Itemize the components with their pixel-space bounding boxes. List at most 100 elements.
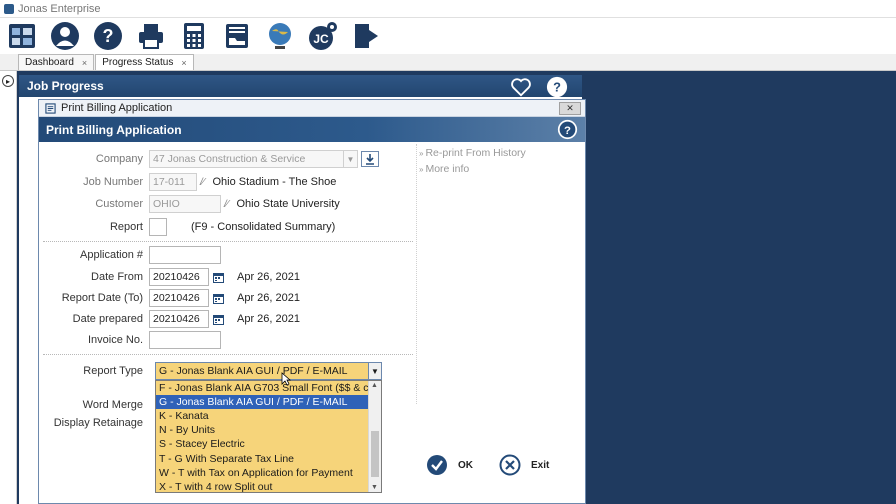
tab-dashboard-label: Dashboard [25, 57, 74, 68]
tab-dashboard[interactable]: Dashboard × [18, 54, 95, 70]
invoice-number-input[interactable] [149, 331, 221, 349]
left-collapse-strip: ▸ [0, 71, 17, 504]
user-button[interactable] [48, 19, 82, 53]
edit-link-icon[interactable]: /⁄ [200, 177, 204, 188]
calculator-button[interactable] [177, 19, 211, 53]
close-icon[interactable]: × [181, 58, 186, 68]
report-date-display: Apr 26, 2021 [237, 292, 300, 304]
calendar-icon[interactable] [212, 271, 225, 284]
dropdown-option[interactable]: X - T with 4 row Split out [156, 480, 368, 492]
more-info-link[interactable]: » More info [419, 163, 526, 175]
dropdown-scrollbar[interactable]: ▲ ▼ [368, 381, 381, 492]
dropdown-option[interactable]: G - Jonas Blank AIA GUI / PDF / E-MAIL [156, 395, 368, 410]
dropdown-option[interactable]: N - By Units [156, 423, 368, 437]
exit-dialog-button[interactable]: Exit [499, 454, 549, 476]
heart-icon[interactable] [510, 76, 532, 98]
edit-link-icon[interactable]: /⁄ [224, 199, 228, 210]
word-merge-label: Word Merge [82, 399, 143, 411]
dropdown-option[interactable]: W - T with Tax on Application for Paymen… [156, 466, 368, 480]
mouse-cursor-icon [281, 372, 291, 386]
company-lookup-button[interactable] [361, 151, 379, 167]
date-prepared-label: Date prepared [72, 313, 143, 325]
app-titlebar: Jonas Enterprise [0, 0, 896, 18]
application-number-label: Application # [80, 249, 143, 261]
dialog-header: Print Billing Application ? [39, 117, 585, 142]
chevron-down-icon[interactable]: ▼ [368, 362, 382, 380]
invoice-number-label: Invoice No. [87, 334, 143, 346]
job-progress-header: Job Progress ? [19, 75, 582, 98]
documents-icon [226, 24, 248, 48]
report-date-row: Report Date (To) 20210426 Apr 26, 2021 [39, 289, 300, 307]
report-type-select[interactable]: G - Jonas Blank AIA GUI / PDF / E-MAIL ▼ [155, 362, 382, 380]
tab-strip: Dashboard × Progress Status × [0, 54, 896, 71]
application-number-row: Application # [39, 246, 221, 264]
reprint-history-link[interactable]: » Re-print From History [419, 147, 526, 159]
application-number-input[interactable] [149, 246, 221, 264]
close-icon[interactable]: × [82, 58, 87, 68]
section-divider [43, 354, 413, 355]
company-select[interactable]: 47 Jonas Construction & Service ▼ [149, 150, 358, 168]
dialog-header-title: Print Billing Application [46, 122, 182, 137]
globe-button[interactable] [263, 19, 297, 53]
svg-text:?: ? [564, 125, 571, 137]
job-number-label: Job Number [83, 176, 143, 188]
tab-progress-status[interactable]: Progress Status × [95, 54, 194, 70]
svg-text:?: ? [553, 80, 561, 95]
calendar-icon[interactable] [212, 292, 225, 305]
exit-button[interactable] [349, 19, 383, 53]
date-prepared-display: Apr 26, 2021 [237, 313, 300, 325]
report-input[interactable] [149, 218, 167, 236]
ok-label: OK [458, 459, 473, 471]
app-title: Jonas Enterprise [18, 2, 101, 15]
dropdown-option[interactable]: S - Stacey Electric [156, 437, 368, 451]
svg-text:?: ? [103, 26, 114, 46]
scrollbar-thumb[interactable] [371, 431, 379, 477]
report-hint: (F9 - Consolidated Summary) [191, 221, 336, 233]
side-links: » Re-print From History » More info [419, 147, 526, 179]
word-merge-row: Word Merge [39, 396, 149, 414]
user-icon [51, 22, 79, 50]
tab-progress-status-label: Progress Status [102, 57, 174, 68]
scroll-down-icon[interactable]: ▼ [371, 484, 378, 491]
report-type-dropdown[interactable]: F - Jonas Blank AIA G703 Small Font ($$ … [155, 380, 382, 493]
job-number-input[interactable]: 17-011 [149, 173, 197, 191]
download-arrow-icon [366, 154, 374, 165]
checkmark-icon [427, 455, 447, 475]
print-billing-dialog: Print Billing Application ✕ Print Billin… [38, 99, 586, 504]
job-progress-title: Job Progress [27, 79, 104, 93]
help-button[interactable]: ? [91, 19, 125, 53]
chevron-down-icon: ▼ [343, 150, 357, 168]
main-toolbar: ? JC [0, 18, 896, 54]
expand-panel-button[interactable]: ▸ [2, 75, 14, 87]
dialog-close-button[interactable]: ✕ [559, 102, 581, 115]
print-button[interactable] [134, 19, 168, 53]
documents-button[interactable] [220, 19, 254, 53]
help-icon[interactable]: ? [557, 119, 578, 140]
ok-button[interactable]: OK [426, 454, 473, 476]
dialog-window-title: Print Billing Application [61, 102, 173, 114]
jc-icon: JC [309, 22, 337, 50]
date-prepared-input[interactable]: 20210426 [149, 310, 209, 328]
dropdown-option[interactable]: T - G With Separate Tax Line [156, 451, 368, 465]
report-date-input[interactable]: 20210426 [149, 289, 209, 307]
company-value: 47 Jonas Construction & Service [153, 153, 306, 165]
report-label: Report [109, 221, 143, 233]
help-icon[interactable]: ? [546, 76, 568, 98]
date-from-input[interactable]: 20210426 [149, 268, 209, 286]
billing-form: Company 47 Jonas Construction & Service … [39, 144, 419, 504]
scroll-up-icon[interactable]: ▲ [371, 382, 378, 389]
calendar-icon[interactable] [212, 313, 225, 326]
invoice-number-row: Invoice No. [39, 331, 221, 349]
jc-button[interactable]: JC [306, 19, 340, 53]
chevron-right-icon: » [419, 165, 424, 174]
customer-input[interactable]: OHIO [149, 195, 221, 213]
report-type-value: G - Jonas Blank AIA GUI / PDF / E-MAIL [159, 365, 348, 377]
modules-button[interactable] [5, 19, 39, 53]
dropdown-option[interactable]: F - Jonas Blank AIA G703 Small Font ($$ … [156, 381, 381, 395]
app-logo-icon [4, 3, 14, 14]
dropdown-option[interactable]: K - Kanata [156, 409, 368, 423]
report-type-row: Report Type [39, 362, 149, 380]
company-row: Company 47 Jonas Construction & Service … [39, 150, 379, 168]
exit-label: Exit [531, 459, 550, 471]
chevron-right-icon: » [419, 149, 424, 158]
